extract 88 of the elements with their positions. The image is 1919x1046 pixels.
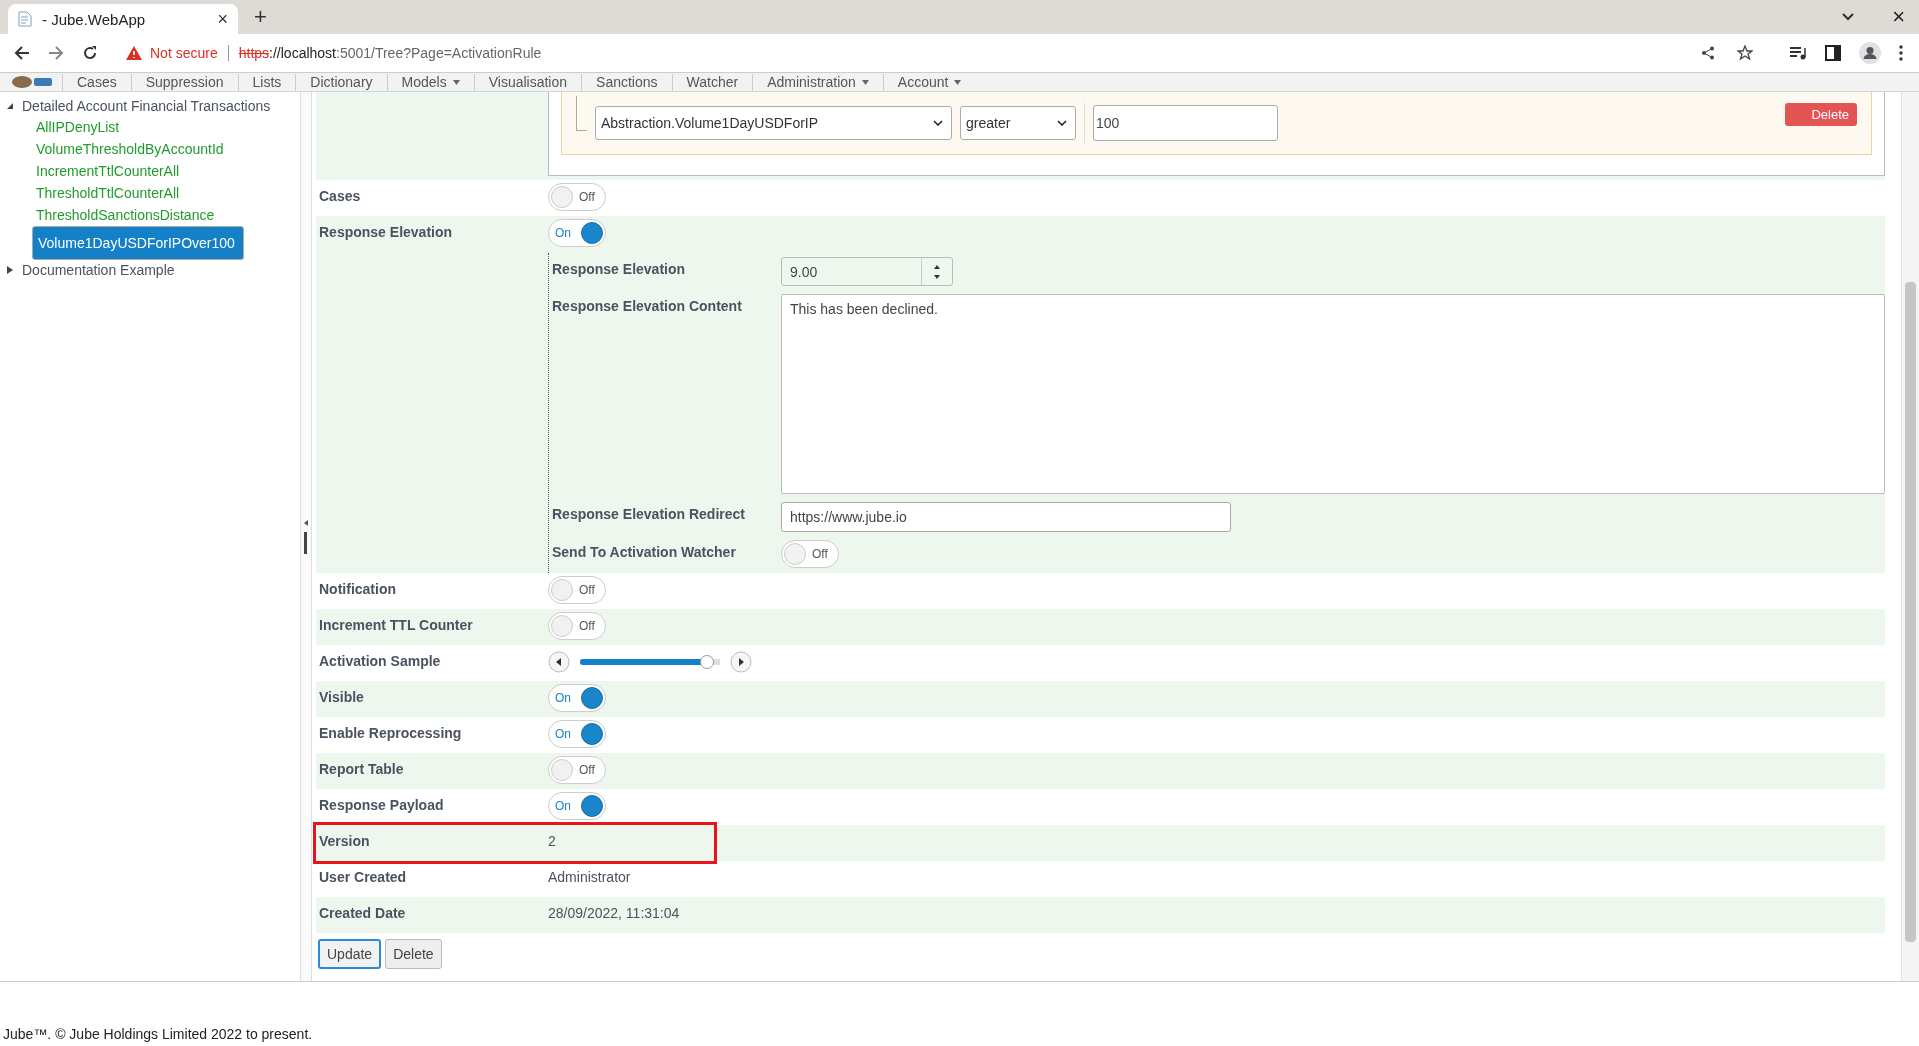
delete-button[interactable]: Delete <box>385 939 442 969</box>
warning-icon <box>126 46 142 60</box>
field-label: Response Elevation <box>319 224 453 240</box>
text-area[interactable]: This has been declined. <box>781 294 1885 494</box>
field-label: Increment TTL Counter <box>319 617 473 633</box>
field-label: Cases <box>319 188 361 204</box>
nav-menu-item[interactable]: Models <box>386 74 474 91</box>
caret-icon <box>452 80 460 85</box>
field-label: Report Table <box>319 761 404 777</box>
nav-menu-item[interactable]: Suppression <box>130 74 238 91</box>
nav-menu-item[interactable]: Watcher <box>671 74 753 91</box>
new-tab-button[interactable]: + <box>248 4 273 30</box>
nav-menu-item[interactable]: Visualisation <box>473 74 582 91</box>
toggle-switch[interactable]: Off <box>548 576 606 604</box>
back-icon[interactable] <box>14 45 30 61</box>
toggle-switch[interactable]: Off <box>548 612 606 640</box>
menu-icon[interactable] <box>1899 45 1903 61</box>
collapse-icon[interactable] <box>6 102 14 110</box>
tree-folder[interactable]: Detailed Account Financial Transactions <box>22 98 271 114</box>
field-label: Response Elevation Content <box>552 298 742 314</box>
value-field[interactable]: 100 <box>1093 105 1278 141</box>
chevron-down-icon <box>933 120 943 126</box>
expand-icon[interactable] <box>6 266 14 274</box>
toggle-switch[interactable]: Off <box>548 756 606 784</box>
caret-icon <box>861 80 869 85</box>
field-label: User Created <box>319 869 407 885</box>
caret-icon <box>954 80 962 85</box>
tree-item[interactable]: ThresholdTtlCounterAll <box>32 182 184 204</box>
url-text: https://localhost:5001/Tree?Page=ActivationRule <box>238 45 542 61</box>
star-icon[interactable] <box>1737 45 1753 61</box>
toggle-switch[interactable]: Off <box>781 540 839 568</box>
update-button[interactable]: Update <box>318 939 382 969</box>
decrement-icon[interactable] <box>548 651 570 673</box>
field-value: 28/09/2022, 11:31:04 <box>548 904 680 921</box>
reload-icon[interactable] <box>82 45 98 61</box>
field-label: Created Date <box>319 905 406 921</box>
collapse-handle-icon[interactable] <box>303 519 309 554</box>
field-label: Visible <box>319 689 364 705</box>
field-dropdown[interactable]: Abstraction.Volume1DayUSDForIP <box>595 106 952 140</box>
field-label: Version <box>319 833 370 849</box>
field-label: Activation Sample <box>319 653 441 669</box>
security-label: Not secure <box>150 45 218 61</box>
nav-menu-item[interactable]: Cases <box>62 74 131 91</box>
scrollbar[interactable] <box>1901 92 1919 981</box>
field-label: Response Payload <box>319 797 444 813</box>
nav-menu-item[interactable]: Administration <box>752 74 883 91</box>
chevron-down-icon[interactable] <box>1842 13 1855 21</box>
logo-icon[interactable] <box>10 75 54 89</box>
nav-menu-item[interactable]: Dictionary <box>295 74 387 91</box>
toggle-switch[interactable]: On <box>548 792 606 820</box>
profile-icon[interactable] <box>1859 42 1881 64</box>
nav-menu-item[interactable]: Account <box>882 74 976 91</box>
nav-menu-item[interactable]: Lists <box>237 74 296 91</box>
browser-tab[interactable]: - Jube.WebApp × <box>8 4 238 34</box>
toggle-switch[interactable]: On <box>548 720 606 748</box>
field-label: Send To Activation Watcher <box>552 544 736 560</box>
connector-line <box>576 95 587 131</box>
footer-text: Jube™. © Jube Holdings Limited 2022 to present. <box>3 1026 313 1042</box>
tree-item[interactable]: AllIPDenyList <box>32 116 124 138</box>
chevron-down-icon <box>1057 120 1067 126</box>
tree-item[interactable]: Volume1DayUSDForIPOver100 <box>32 226 244 260</box>
field-label: Response Elevation <box>552 261 686 277</box>
side-panel-icon[interactable] <box>1825 45 1841 61</box>
forward-icon[interactable] <box>48 45 64 61</box>
field-label: Enable Reprocessing <box>319 725 462 741</box>
tree-item[interactable]: VolumeThresholdByAccountId <box>32 138 228 160</box>
page-icon <box>18 11 32 27</box>
url-field[interactable]: https://www.jube.io <box>781 502 1231 532</box>
share-icon[interactable] <box>1701 46 1715 60</box>
field-label: Notification <box>319 581 396 597</box>
nav-menu-item[interactable]: Sanctions <box>581 74 672 91</box>
delete-button[interactable]: Delete <box>1785 102 1857 126</box>
tab-close-button[interactable]: × <box>217 8 228 30</box>
tree-folder[interactable]: Documentation Example <box>22 262 175 278</box>
toggle-switch[interactable]: On <box>548 684 606 712</box>
field-value: Administrator <box>548 868 631 885</box>
field-label: Response Elevation Redirect <box>552 506 745 522</box>
tree-item[interactable]: ThresholdSanctionsDistance <box>32 204 219 226</box>
toggle-switch[interactable]: On <box>548 219 606 247</box>
close-button[interactable]: × <box>1892 4 1905 30</box>
number-field[interactable]: 9.00 <box>781 257 953 286</box>
tab-title: - Jube.WebApp <box>42 10 147 28</box>
increment-icon[interactable] <box>730 651 752 673</box>
toggle-switch[interactable]: Off <box>548 183 606 211</box>
operator-dropdown[interactable]: greater <box>960 106 1076 140</box>
media-icon[interactable] <box>1789 46 1807 60</box>
tree-item[interactable]: IncrementTtlCounterAll <box>32 160 184 182</box>
field-value: 2 <box>548 832 556 849</box>
